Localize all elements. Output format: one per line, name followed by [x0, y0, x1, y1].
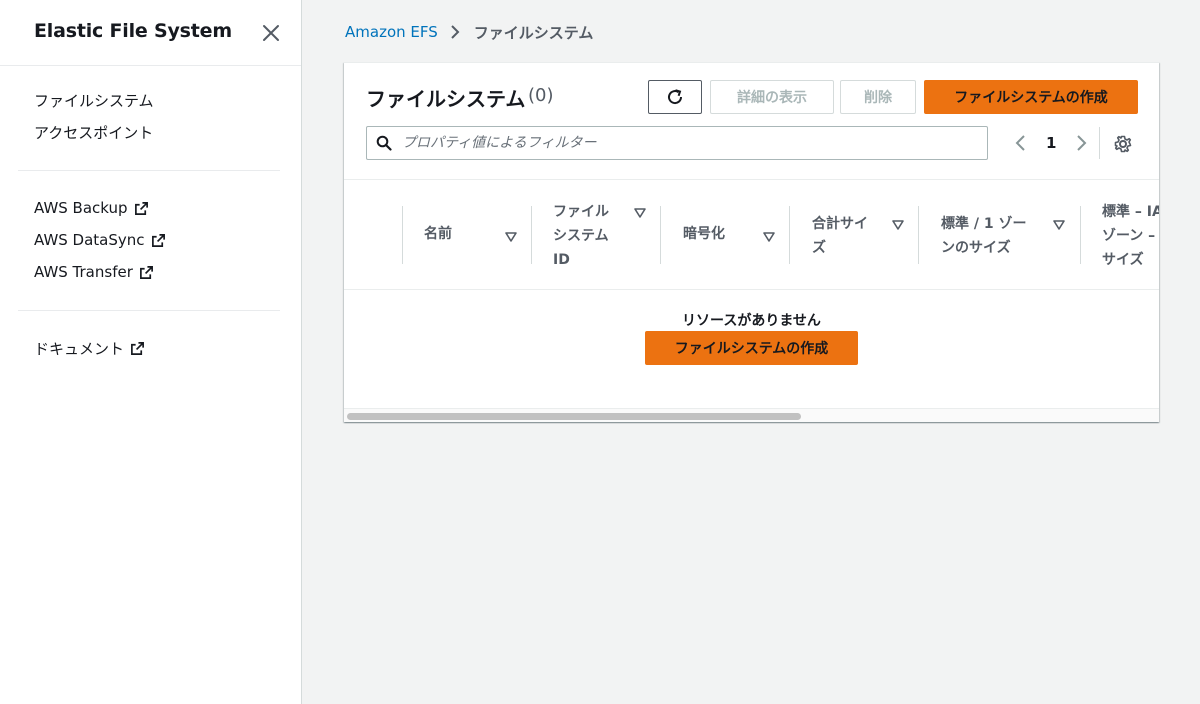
nav-item-label: ドキュメント [34, 339, 125, 358]
column-separator [531, 206, 532, 264]
chevron-right-icon [451, 25, 460, 39]
nav-item-label: AWS DataSync [34, 231, 145, 249]
search-icon [376, 135, 392, 151]
external-link-icon [131, 341, 144, 355]
file-systems-table-container: ファイルシステム (0) 詳細の表示 削除 ファイルシステムの作成 1 [344, 62, 1159, 422]
create-file-system-button[interactable]: ファイルシステムの作成 [924, 80, 1138, 114]
nav-item-label: AWS Backup [34, 199, 128, 217]
create-file-system-button-label: ファイルシステムの作成 [954, 90, 1108, 106]
sort-down-icon[interactable] [892, 220, 904, 230]
nav-item-aws-transfer[interactable]: AWS Transfer [34, 256, 280, 288]
nav-item-label: ファイルシステム [34, 91, 154, 110]
nav-group-aws-services: AWS Backup AWS DataSync AWS Transfer [34, 192, 280, 288]
pagination: 1 [1012, 129, 1090, 157]
filter-input[interactable] [402, 135, 987, 151]
column-header-label: ファイル [553, 204, 609, 220]
column-header-label: ゾーン – [1102, 228, 1156, 244]
column-header-total-size[interactable]: 合計サイ ズ [812, 212, 868, 272]
nav-item-label: AWS Transfer [34, 263, 133, 281]
nav-item-aws-backup[interactable]: AWS Backup [34, 192, 280, 224]
column-header-label: ンのサイズ [941, 240, 1011, 256]
settings-icon[interactable] [1113, 134, 1133, 154]
column-header-label: 標準 / 1 ゾー [941, 216, 1027, 232]
scrollbar-thumb[interactable] [347, 413, 801, 420]
filter-input-wrapper [366, 126, 988, 160]
column-header-label: ID [553, 252, 570, 268]
refresh-icon [668, 89, 683, 105]
view-details-button-label: 詳細の表示 [737, 90, 807, 106]
sidebar-header: Elastic File System [0, 0, 301, 66]
column-header-name[interactable]: 名前 [424, 222, 452, 282]
column-header-standard-one-zone-size[interactable]: 標準 / 1 ゾー ンのサイズ [941, 212, 1026, 272]
column-header-label: ズ [812, 240, 826, 256]
sidebar-title: Elastic File System [34, 20, 232, 42]
column-header-label: サイズ [1102, 252, 1144, 268]
empty-state-create-button[interactable]: ファイルシステムの作成 [645, 331, 858, 365]
column-header-label: 暗号化 [683, 226, 725, 242]
column-separator [1080, 206, 1081, 264]
column-header-label: 合計サイ [812, 216, 868, 232]
nav-divider [18, 170, 280, 171]
column-header-file-system-id[interactable]: ファイル システム ID [553, 200, 609, 268]
nav-item-access-points[interactable]: アクセスポイント [34, 116, 280, 148]
empty-state-message: リソースがありません [682, 313, 821, 329]
external-link-icon [134, 201, 148, 215]
pager-divider [1099, 127, 1100, 159]
external-link-icon [139, 265, 153, 279]
view-details-button[interactable]: 詳細の表示 [710, 80, 834, 114]
close-icon[interactable] [260, 22, 282, 44]
breadcrumb: Amazon EFS ファイルシステム [345, 20, 593, 44]
nav-item-aws-datasync[interactable]: AWS DataSync [34, 224, 280, 256]
breadcrumb-current: ファイルシステム [473, 23, 594, 42]
refresh-button[interactable] [648, 80, 702, 114]
nav-group-primary: ファイルシステム アクセスポイント [34, 84, 280, 148]
chevron-right-icon[interactable] [1072, 134, 1090, 152]
sort-down-icon[interactable] [763, 232, 775, 242]
side-navigation: Elastic File System ファイルシステム アクセスポイント AW… [0, 0, 302, 704]
nav-divider [18, 310, 280, 311]
column-header-label: システム [553, 228, 609, 244]
sort-down-icon[interactable] [505, 232, 517, 242]
column-header-encryption[interactable]: 暗号化 [683, 222, 725, 282]
nav-item-file-systems[interactable]: ファイルシステム [34, 84, 280, 116]
table-header: 名前 ファイル システム ID 暗号化 合計サイ ズ 標準 / 1 ゾー ンのサ… [344, 179, 1159, 290]
horizontal-scrollbar[interactable] [344, 408, 1159, 422]
sort-down-icon[interactable] [1053, 220, 1065, 230]
column-separator [789, 206, 790, 264]
empty-state-create-button-label: ファイルシステムの作成 [674, 341, 829, 357]
nav-item-label: アクセスポイント [34, 123, 154, 142]
column-separator [660, 206, 661, 264]
column-header-label: 標準 – IA [1102, 204, 1159, 220]
nav-item-documentation[interactable]: ドキュメント [34, 332, 280, 364]
resource-count: (0) [528, 85, 554, 106]
nav-group-docs: ドキュメント [34, 332, 280, 364]
external-link-icon [151, 233, 165, 247]
page-title: ファイルシステム [366, 87, 526, 111]
page-number[interactable]: 1 [1046, 134, 1056, 152]
column-separator [402, 206, 403, 264]
delete-button-label: 削除 [864, 90, 892, 106]
column-header-label: 名前 [424, 226, 452, 242]
sort-down-icon[interactable] [634, 208, 646, 218]
delete-button[interactable]: 削除 [840, 80, 916, 114]
column-separator [918, 206, 919, 264]
breadcrumb-link-amazon-efs[interactable]: Amazon EFS [345, 23, 438, 41]
column-header-standard-ia-size[interactable]: 標準 – IA ゾーン – サイズ [1102, 200, 1159, 268]
chevron-left-icon[interactable] [1012, 134, 1030, 152]
